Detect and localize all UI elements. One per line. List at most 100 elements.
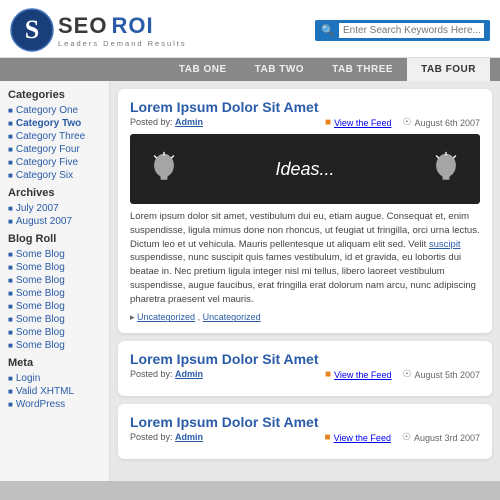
bullet-icon: ■ bbox=[8, 132, 13, 141]
sidebar-item[interactable]: ■ Login bbox=[8, 373, 101, 384]
logo-text: SEO ROI Leaders Demand Results bbox=[58, 13, 187, 48]
sidebar-item[interactable]: ■ Some Blog bbox=[8, 301, 101, 312]
bullet-icon: ■ bbox=[8, 276, 13, 285]
sidebar-item[interactable]: ■ Category One bbox=[8, 105, 101, 116]
view-feed-link[interactable]: View the Feed bbox=[334, 118, 391, 128]
sidebar-item[interactable]: ■ Category Two bbox=[8, 118, 101, 129]
article-card: Lorem Ipsum Dolor Sit Amet Posted by: Ad… bbox=[118, 89, 492, 333]
author-link[interactable]: Admin bbox=[175, 117, 203, 127]
article-card: Lorem Ipsum Dolor Sit Amet Posted by: Ad… bbox=[118, 404, 492, 459]
search-input[interactable] bbox=[339, 23, 484, 38]
logo-icon: S bbox=[10, 8, 54, 52]
article-body: Lorem ipsum dolor sit amet, vestibulum d… bbox=[130, 210, 480, 306]
tab-tab-one[interactable]: TAB ONE bbox=[165, 58, 241, 81]
bullet-icon: ■ bbox=[8, 328, 13, 337]
feed-icon: ■ bbox=[325, 432, 331, 443]
article-meta-right: ■ View the Feed ☉ August 3rd 2007 bbox=[325, 432, 480, 443]
article-meta-row: Posted by: Admin ■ View the Feed ☉ Augus… bbox=[130, 117, 480, 128]
posted-by: Posted by: Admin bbox=[130, 432, 203, 443]
article-meta-right: ■ View the Feed ☉ August 5th 2007 bbox=[325, 369, 480, 380]
article-title[interactable]: Lorem Ipsum Dolor Sit Amet bbox=[130, 414, 480, 430]
article-image: Ideas... bbox=[130, 134, 480, 204]
sidebar-item[interactable]: ■ Category Six bbox=[8, 170, 101, 181]
bulb-right-icon bbox=[432, 151, 460, 187]
tag-link[interactable]: Uncategorized bbox=[203, 312, 261, 322]
bullet-icon: ■ bbox=[8, 217, 13, 226]
svg-text:S: S bbox=[25, 15, 39, 44]
sidebar-item[interactable]: ■ Some Blog bbox=[8, 262, 101, 273]
sidebar-item[interactable]: ■ Category Five bbox=[8, 157, 101, 168]
logo-tagline: Leaders Demand Results bbox=[58, 39, 187, 48]
blogroll-title: Blog Roll bbox=[8, 233, 101, 245]
bullet-icon: ■ bbox=[8, 204, 13, 213]
categories-title: Categories bbox=[8, 89, 101, 101]
article-card: Lorem Ipsum Dolor Sit Amet Posted by: Ad… bbox=[118, 341, 492, 396]
calendar-icon: ☉ bbox=[402, 432, 411, 443]
view-feed-link[interactable]: View the Feed bbox=[334, 433, 391, 443]
archives-list: ■ July 2007 ■ August 2007 bbox=[8, 203, 101, 227]
search-icon: 🔍 bbox=[321, 24, 335, 37]
sidebar-item[interactable]: ■ WordPress bbox=[8, 399, 101, 410]
sidebar-item[interactable]: ■ July 2007 bbox=[8, 203, 101, 214]
bullet-icon: ■ bbox=[8, 374, 13, 383]
archives-title: Archives bbox=[8, 187, 101, 199]
feed-icon: ■ bbox=[325, 369, 331, 380]
article-date: August 3rd 2007 bbox=[414, 433, 480, 443]
logo-roi: ROI bbox=[111, 13, 153, 39]
bullet-icon: ■ bbox=[8, 387, 13, 396]
feed-icon: ■ bbox=[325, 117, 331, 128]
bullet-icon: ■ bbox=[8, 158, 13, 167]
bullet-icon: ■ bbox=[8, 289, 13, 298]
view-feed-link[interactable]: View the Feed bbox=[334, 370, 391, 380]
logo-seo: SEO bbox=[58, 13, 107, 39]
bulb-left-icon bbox=[150, 151, 178, 187]
logo-area: S SEO ROI Leaders Demand Results bbox=[10, 8, 187, 52]
blogroll-list: ■ Some Blog ■ Some Blog ■ Some Blog ■ Some … bbox=[8, 249, 101, 351]
author-link[interactable]: Admin bbox=[175, 432, 203, 442]
tab-tab-three[interactable]: TAB THREE bbox=[318, 58, 407, 81]
author-link[interactable]: Admin bbox=[175, 369, 203, 379]
sidebar-item[interactable]: ■ August 2007 bbox=[8, 216, 101, 227]
tab-tab-two[interactable]: TAB TWO bbox=[241, 58, 318, 81]
bullet-icon: ■ bbox=[8, 106, 13, 115]
bullet-icon: ■ bbox=[8, 119, 13, 128]
sidebar-item[interactable]: ■ Category Three bbox=[8, 131, 101, 142]
body-link[interactable]: suscipit bbox=[429, 239, 461, 250]
bullet-icon: ■ bbox=[8, 315, 13, 324]
tab-tab-four[interactable]: TAB FOUR bbox=[407, 58, 490, 81]
bullet-icon: ■ bbox=[8, 400, 13, 409]
sidebar-item[interactable]: ■ Category Four bbox=[8, 144, 101, 155]
image-text: Ideas... bbox=[275, 159, 334, 180]
tag-link[interactable]: Uncategorized bbox=[137, 312, 195, 322]
sidebar-item[interactable]: ■ Some Blog bbox=[8, 288, 101, 299]
article-date: August 5th 2007 bbox=[414, 370, 480, 380]
nav-tabs: TAB ONETAB TWOTAB THREETAB FOUR bbox=[0, 58, 500, 81]
bullet-icon: ■ bbox=[8, 341, 13, 350]
sidebar-item[interactable]: ■ Some Blog bbox=[8, 275, 101, 286]
article-date: August 6th 2007 bbox=[414, 118, 480, 128]
categories-list: ■ Category One ■ Category Two ■ Category T… bbox=[8, 105, 101, 181]
article-title[interactable]: Lorem Ipsum Dolor Sit Amet bbox=[130, 351, 480, 367]
article-title[interactable]: Lorem Ipsum Dolor Sit Amet bbox=[130, 99, 480, 115]
bullet-icon: ■ bbox=[8, 171, 13, 180]
sidebar-item[interactable]: ■ Some Blog bbox=[8, 340, 101, 351]
calendar-icon: ☉ bbox=[402, 369, 411, 380]
bullet-icon: ■ bbox=[8, 263, 13, 272]
article-meta-row: Posted by: Admin ■ View the Feed ☉ Augus… bbox=[130, 432, 480, 443]
posted-by: Posted by: Admin bbox=[130, 369, 203, 380]
article-meta-row: Posted by: Admin ■ View the Feed ☉ Augus… bbox=[130, 369, 480, 380]
search-bar: 🔍 bbox=[315, 20, 490, 41]
bullet-icon: ■ bbox=[8, 145, 13, 154]
articles-container: Lorem Ipsum Dolor Sit Amet Posted by: Ad… bbox=[118, 89, 492, 459]
meta-title: Meta bbox=[8, 357, 101, 369]
sidebar-item[interactable]: ■ Some Blog bbox=[8, 314, 101, 325]
bullet-icon: ■ bbox=[8, 302, 13, 311]
article-tags: ▸ Uncategorized , Uncategorized bbox=[130, 312, 480, 323]
sidebar-item[interactable]: ■ Some Blog bbox=[8, 249, 101, 260]
meta-list: ■ Login ■ Valid XHTML ■ WordPress bbox=[8, 373, 101, 410]
sidebar: Categories ■ Category One■ Category Two■… bbox=[0, 81, 110, 481]
sidebar-item[interactable]: ■ Some Blog bbox=[8, 327, 101, 338]
bullet-icon: ■ bbox=[8, 250, 13, 259]
posted-by: Posted by: Admin bbox=[130, 117, 203, 128]
sidebar-item[interactable]: ■ Valid XHTML bbox=[8, 386, 101, 397]
